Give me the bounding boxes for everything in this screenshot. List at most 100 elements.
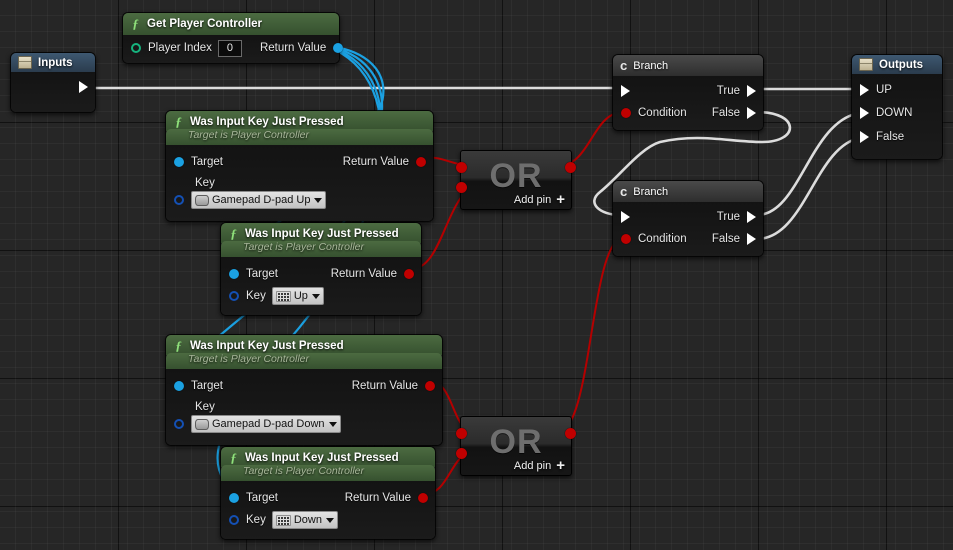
pin-label-key: Key — [246, 290, 266, 302]
pin-player-index[interactable] — [131, 43, 141, 53]
function-f-icon: ƒ — [175, 338, 182, 353]
pin-label-target: Target — [246, 268, 278, 280]
node-was-input-key-just-pressed-3[interactable]: ƒ Was Input Key Just Pressed Target is P… — [165, 334, 443, 446]
key-pin-group: Key Up — [221, 285, 421, 307]
pin-branch-condition[interactable] — [621, 234, 631, 244]
pin-or-input-a[interactable] — [456, 428, 467, 439]
add-pin-button[interactable]: Add pin + — [514, 191, 565, 208]
pin-label-target: Target — [191, 156, 223, 168]
node-body: Target Return Value Key Up — [221, 257, 421, 315]
key-select-value: Down — [293, 514, 322, 526]
pin-or-input-b[interactable] — [456, 182, 467, 193]
node-was-input-key-just-pressed-2[interactable]: ƒ Was Input Key Just Pressed Target is P… — [220, 222, 422, 316]
pin-output-up[interactable] — [860, 84, 869, 96]
pin-target[interactable] — [174, 157, 184, 167]
pin-return-value[interactable] — [425, 381, 435, 391]
pin-label-false: False — [711, 107, 740, 119]
node-body: UP DOWN False — [852, 74, 942, 159]
pin-branch-false[interactable] — [747, 233, 756, 245]
node-header: Inputs — [11, 53, 95, 72]
key-select-dropdown[interactable]: Gamepad D-pad Down — [191, 415, 341, 433]
gamepad-icon — [195, 194, 209, 206]
key-select-value: Up — [293, 290, 308, 302]
node-branch-1[interactable]: ↄ Branch True Condition False — [612, 54, 764, 131]
node-title: Was Input Key Just Pressed — [190, 340, 344, 352]
pin-or-input-b[interactable] — [456, 448, 467, 459]
pin-label-return-value: Return Value — [351, 380, 418, 392]
pin-target[interactable] — [229, 493, 239, 503]
node-outputs[interactable]: Outputs UP DOWN False — [851, 54, 943, 160]
node-was-input-key-just-pressed-1[interactable]: ƒ Was Input Key Just Pressed Target is P… — [165, 110, 434, 222]
pin-or-output[interactable] — [565, 162, 576, 173]
pin-inputs-exec-out[interactable] — [79, 81, 88, 93]
keyboard-icon — [275, 290, 291, 302]
pin-key[interactable] — [174, 195, 184, 205]
node-body: Target Return Value Key Gamepad D-pad Do… — [166, 369, 442, 445]
node-subtitle: Target is Player Controller — [243, 241, 364, 253]
node-header: ƒ Was Input Key Just Pressed — [221, 223, 421, 243]
output-pin-row[interactable]: False — [852, 125, 942, 149]
node-subtitle: Target is Player Controller — [188, 129, 309, 141]
node-body: Target Return Value Key Gamepad D-pad Up — [166, 145, 433, 221]
node-header: ƒ Get Player Controller — [123, 13, 339, 35]
chevron-down-icon — [314, 197, 323, 203]
pin-output-false[interactable] — [860, 131, 869, 143]
pin-target[interactable] — [229, 269, 239, 279]
key-select-dropdown[interactable]: Down — [271, 511, 338, 529]
function-f-icon: ƒ — [175, 114, 182, 129]
pin-branch-false[interactable] — [747, 107, 756, 119]
key-select-dropdown[interactable]: Gamepad D-pad Up — [191, 191, 327, 209]
keyboard-icon — [275, 514, 291, 526]
pin-key[interactable] — [229, 515, 239, 525]
pin-branch-true[interactable] — [747, 85, 756, 97]
node-or-1[interactable]: OR Add pin + — [456, 150, 576, 210]
node-subtitle-bar: Target is Player Controller — [166, 129, 433, 145]
node-header: ƒ Was Input Key Just Pressed — [166, 111, 433, 131]
node-subtitle-bar: Target is Player Controller — [221, 241, 421, 257]
node-title: Outputs — [879, 58, 924, 71]
tunnel-icon — [18, 56, 32, 69]
node-title: Was Input Key Just Pressed — [190, 116, 344, 128]
pin-or-input-a[interactable] — [456, 162, 467, 173]
plus-icon: + — [556, 191, 565, 208]
output-pin-row[interactable]: UP — [852, 79, 942, 101]
pin-return-value[interactable] — [416, 157, 426, 167]
flow-control-icon: ↄ — [620, 58, 628, 73]
pin-label-false: False — [711, 233, 740, 245]
node-title: Get Player Controller — [147, 18, 263, 30]
pin-key[interactable] — [229, 291, 239, 301]
blueprint-graph-canvas[interactable]: Inputs ƒ Get Player Controller Player In… — [0, 0, 953, 550]
chevron-down-icon — [311, 293, 320, 299]
node-body: True Condition False — [613, 202, 763, 256]
output-pin-row[interactable]: DOWN — [852, 101, 942, 125]
chevron-down-icon — [328, 421, 337, 427]
add-pin-button[interactable]: Add pin + — [514, 457, 565, 474]
node-get-player-controller[interactable]: ƒ Get Player Controller Player Index 0 R… — [122, 12, 344, 64]
pin-return-value[interactable] — [418, 493, 428, 503]
pin-branch-true[interactable] — [747, 211, 756, 223]
pin-branch-exec-in[interactable] — [621, 211, 630, 223]
node-subtitle: Target is Player Controller — [188, 353, 309, 365]
node-branch-2[interactable]: ↄ Branch True Condition False — [612, 180, 764, 257]
node-body: True Condition False — [613, 76, 763, 130]
plus-icon: + — [556, 457, 565, 474]
node-header: Outputs — [852, 55, 942, 74]
pin-label-return-value: Return Value — [259, 42, 327, 54]
node-was-input-key-just-pressed-4[interactable]: ƒ Was Input Key Just Pressed Target is P… — [220, 446, 436, 540]
pin-return-value[interactable] — [333, 43, 344, 53]
player-index-input[interactable]: 0 — [217, 39, 242, 57]
pin-or-output[interactable] — [565, 428, 576, 439]
pin-output-down[interactable] — [860, 107, 869, 119]
node-title: Was Input Key Just Pressed — [245, 228, 399, 240]
pin-return-value[interactable] — [404, 269, 414, 279]
or-node-title: OR — [489, 423, 543, 461]
pin-target[interactable] — [174, 381, 184, 391]
pin-branch-condition[interactable] — [621, 108, 631, 118]
key-select-dropdown[interactable]: Up — [271, 287, 324, 305]
pin-label-target: Target — [191, 380, 223, 392]
pin-branch-exec-in[interactable] — [621, 85, 630, 97]
key-pin-group: Key Gamepad D-pad Up — [166, 173, 433, 211]
pin-key[interactable] — [174, 419, 184, 429]
node-inputs[interactable]: Inputs — [10, 52, 96, 113]
node-or-2[interactable]: OR Add pin + — [456, 416, 576, 476]
